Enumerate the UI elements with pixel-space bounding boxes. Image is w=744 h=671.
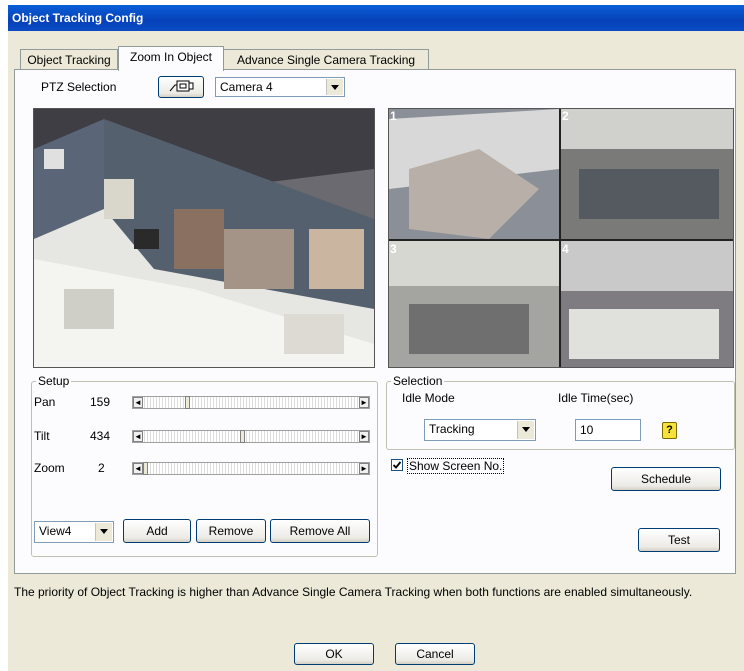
quad-video-view[interactable]: 1 2 3 4 <box>388 108 734 368</box>
pan-label: Pan <box>34 395 56 409</box>
slider-left-arrow-icon[interactable]: ◄ <box>133 397 143 408</box>
tilt-value: 434 <box>90 429 111 443</box>
ptz-camera-icon <box>169 80 194 92</box>
chevron-down-icon[interactable] <box>326 79 343 95</box>
tab-label: Advance Single Camera Tracking <box>236 53 416 67</box>
pan-slider-thumb[interactable] <box>185 396 191 409</box>
tab-advance-single-camera-tracking[interactable]: Advance Single Camera Tracking <box>223 49 429 70</box>
idle-time-input[interactable]: 10 <box>575 419 641 441</box>
zoom-label: Zoom <box>34 461 65 475</box>
idle-time-value: 10 <box>580 423 594 437</box>
zoom-slider-thumb[interactable] <box>143 462 148 475</box>
setup-group-title: Setup <box>36 374 72 388</box>
idle-mode-value: Tracking <box>429 422 475 436</box>
screen-number-1: 1 <box>390 109 397 123</box>
tab-object-tracking[interactable]: Object Tracking <box>20 49 118 70</box>
ptz-button[interactable] <box>158 76 204 98</box>
window-title: Object Tracking Config <box>12 11 144 25</box>
ok-button[interactable]: OK <box>294 643 374 665</box>
tab-panel: PTZ Selection Camera 4 1 2 3 4 Setup Pan… <box>14 69 736 574</box>
idle-time-label: Idle Time(sec) <box>558 391 634 405</box>
quad-camera-image <box>389 109 733 367</box>
chevron-down-icon[interactable] <box>95 523 112 541</box>
screen-number-4: 4 <box>562 242 569 256</box>
view-select-value: View4 <box>39 524 72 538</box>
add-button[interactable]: Add <box>123 519 191 543</box>
show-screen-no-checkbox[interactable] <box>391 459 403 471</box>
selection-group-title: Selection <box>391 374 445 388</box>
idle-mode-label: Idle Mode <box>402 391 455 405</box>
test-button[interactable]: Test <box>638 528 720 552</box>
setup-group: Setup Pan 159 ◄ ► Tilt 434 ◄ ► Zoom 2 ◄ … <box>31 374 378 557</box>
zoom-slider[interactable]: ◄ ► <box>132 462 370 475</box>
dialog-window: Object Tracking Config Object Tracking Z… <box>8 5 744 671</box>
help-icon[interactable]: ? <box>662 422 677 439</box>
remove-all-button[interactable]: Remove All <box>270 519 370 543</box>
schedule-button[interactable]: Schedule <box>611 467 721 491</box>
tilt-slider-thumb[interactable] <box>240 430 246 443</box>
ptz-video-view[interactable] <box>33 108 375 368</box>
slider-left-arrow-icon[interactable]: ◄ <box>133 463 143 474</box>
cancel-button[interactable]: Cancel <box>395 643 475 665</box>
screen-number-2: 2 <box>562 109 569 123</box>
camera-select[interactable]: Camera 4 <box>215 77 345 97</box>
ptz-selection-label: PTZ Selection <box>41 80 117 94</box>
tab-zoom-in-object[interactable]: Zoom In Object <box>118 46 224 71</box>
chevron-down-icon[interactable] <box>517 421 534 439</box>
checkmark-icon <box>392 461 402 469</box>
pan-slider[interactable]: ◄ ► <box>132 396 370 409</box>
selection-group: Selection Idle Mode Idle Time(sec) Track… <box>386 374 735 450</box>
slider-right-arrow-icon[interactable]: ► <box>359 397 369 408</box>
title-bar[interactable]: Object Tracking Config <box>8 5 744 31</box>
screen-number-3: 3 <box>390 242 397 256</box>
slider-left-arrow-icon[interactable]: ◄ <box>133 431 143 442</box>
zoom-value: 2 <box>98 461 105 475</box>
idle-mode-select[interactable]: Tracking <box>424 419 536 441</box>
tilt-label: Tilt <box>34 429 50 443</box>
tilt-slider[interactable]: ◄ ► <box>132 430 370 443</box>
slider-right-arrow-icon[interactable]: ► <box>359 463 369 474</box>
camera-select-value: Camera 4 <box>220 80 273 94</box>
office-camera-image <box>34 109 374 367</box>
priority-note: The priority of Object Tracking is highe… <box>14 585 693 599</box>
pan-value: 159 <box>90 395 111 409</box>
tab-label: Zoom In Object <box>129 50 213 64</box>
remove-button[interactable]: Remove <box>196 519 266 543</box>
tab-label: Object Tracking <box>27 53 111 67</box>
view-select[interactable]: View4 <box>34 521 114 543</box>
slider-right-arrow-icon[interactable]: ► <box>359 431 369 442</box>
show-screen-no-label[interactable]: Show Screen No. <box>407 458 505 474</box>
